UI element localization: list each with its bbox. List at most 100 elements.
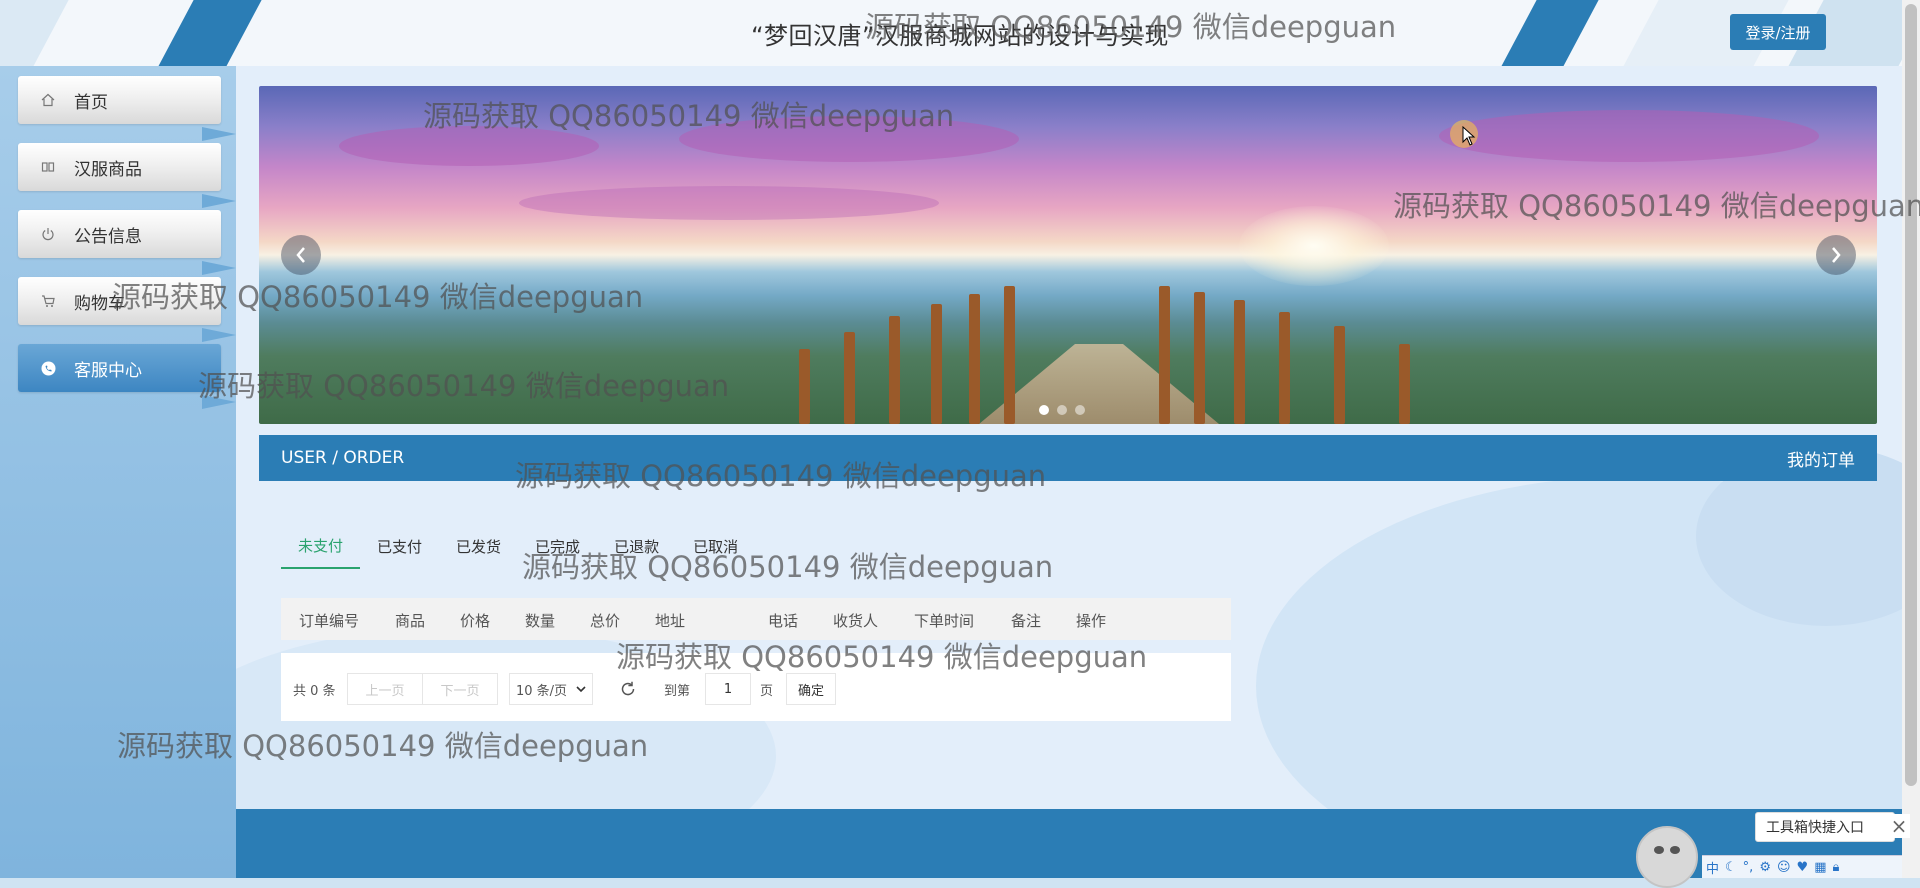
ime-mode-indicator[interactable]: 中 <box>1706 858 1719 877</box>
tab-refunded[interactable]: 已退款 <box>597 523 676 569</box>
banner-fence-post <box>1159 286 1170 424</box>
banner-fence-post <box>889 316 900 424</box>
moon-icon[interactable]: ☾ <box>1725 860 1737 875</box>
lock-icon[interactable]: 🔒︎ <box>1832 860 1839 875</box>
carousel-prev-button[interactable] <box>281 235 321 275</box>
settings-icon[interactable]: ⚙ <box>1759 860 1771 875</box>
sidebar-item-label: 购物车 <box>74 293 125 314</box>
order-status-tabs: 未支付 已支付 已发货 已完成 已退款 已取消 <box>281 523 755 569</box>
page-size-value: 10 条/页 <box>516 683 568 699</box>
carousel-next-button[interactable] <box>1816 235 1856 275</box>
sidebar-decor <box>202 328 236 342</box>
column-header: 商品 <box>395 612 426 630</box>
banner-fence-post <box>1334 326 1345 424</box>
cart-icon <box>40 293 56 309</box>
tab-unpaid[interactable]: 未支付 <box>281 523 361 569</box>
banner-fence-post <box>1234 300 1245 424</box>
login-register-button[interactable]: 登录/注册 <box>1730 14 1826 50</box>
toolbox-shortcut-label[interactable]: 工具箱快捷入口 <box>1755 812 1895 842</box>
total-count: 共 0 条 <box>293 683 336 699</box>
chevron-down-icon <box>576 685 586 692</box>
banner-cloud <box>1439 110 1819 162</box>
page-suffix-label: 页 <box>760 683 774 699</box>
banner-fence-post <box>799 349 810 424</box>
banner-path <box>979 344 1219 424</box>
banner-cloud <box>339 126 599 166</box>
sidebar-item-label: 客服中心 <box>74 360 142 381</box>
mascot-eye <box>1670 846 1680 854</box>
banner-fence-post <box>969 294 980 424</box>
goto-label: 到第 <box>664 683 691 699</box>
service-icon <box>40 360 56 376</box>
column-header: 备注 <box>1011 612 1042 630</box>
sidebar-item-hanfu-products[interactable]: 汉服商品 <box>18 143 221 191</box>
column-header: 总价 <box>590 612 621 630</box>
sidebar-item-customer-service[interactable]: 客服中心 <box>18 344 221 392</box>
page-number-input[interactable]: 1 <box>705 673 751 705</box>
sidebar-item-label: 汉服商品 <box>74 159 142 180</box>
goto-confirm-button[interactable]: 确定 <box>786 673 836 705</box>
banner-fence-post <box>931 304 942 424</box>
chevron-left-icon <box>296 247 305 263</box>
sidebar-item-label: 公告信息 <box>74 226 142 247</box>
mouse-pointer-icon <box>1462 126 1476 146</box>
chevron-right-icon <box>1832 247 1841 263</box>
mascot-eye <box>1654 846 1664 854</box>
home-icon <box>40 92 56 108</box>
column-header: 订单编号 <box>299 612 360 630</box>
scrollbar-thumb[interactable] <box>1905 4 1917 786</box>
sidebar-decor <box>202 395 236 409</box>
sidebar-item-cart[interactable]: 购物车 <box>18 277 221 325</box>
carousel-dot[interactable] <box>1075 405 1085 415</box>
carousel-dot[interactable] <box>1057 405 1067 415</box>
pagination: 共 0 条 上一页 下一页 10 条/页 到第 1 页 确定 <box>281 653 1231 721</box>
top-header: “梦回汉唐”汉服商城网站的设计与实现 登录/注册 <box>0 0 1920 67</box>
column-header: 收货人 <box>833 612 879 630</box>
column-header: 电话 <box>768 612 799 630</box>
banner-fence-post <box>1194 292 1205 424</box>
punctuation-icon[interactable]: °, <box>1743 860 1754 875</box>
main-content: USER / ORDER 我的订单 未支付 已支付 已发货 已完成 已退款 已取… <box>236 66 1902 809</box>
column-header: 下单时间 <box>914 612 975 630</box>
column-header: 地址 <box>655 612 686 630</box>
tab-paid[interactable]: 已支付 <box>360 523 439 569</box>
refresh-button[interactable] <box>616 673 640 705</box>
ime-mascot-icon[interactable] <box>1636 826 1698 888</box>
sidebar-decor <box>202 194 236 208</box>
banner-fence-post <box>1279 312 1290 424</box>
banner-carousel[interactable] <box>259 86 1877 424</box>
close-icon[interactable]: × <box>1888 814 1910 838</box>
prev-page-button[interactable]: 上一页 <box>347 673 423 705</box>
next-page-button[interactable]: 下一页 <box>422 673 498 705</box>
order-table-header: 订单编号 商品 价格 数量 总价 地址 电话 收货人 下单时间 备注 操作 <box>281 598 1231 640</box>
sidebar-item-announcements[interactable]: 公告信息 <box>18 210 221 258</box>
tab-cancelled[interactable]: 已取消 <box>676 523 755 569</box>
ime-toolbar[interactable]: 中 ☾ °, ⚙ ☺ ♥ ▦ 🔒︎ <box>1702 855 1902 878</box>
page-size-select[interactable]: 10 条/页 <box>509 673 593 705</box>
banner-cloud <box>519 186 939 220</box>
banner-fence-post <box>1399 344 1410 424</box>
carousel-indicators <box>1039 405 1085 415</box>
sidebar-item-label: 首页 <box>74 92 108 113</box>
tab-shipped[interactable]: 已发货 <box>439 523 518 569</box>
sidebar-decor <box>202 261 236 275</box>
section-header: USER / ORDER 我的订单 <box>259 435 1877 481</box>
sidebar-item-home[interactable]: 首页 <box>18 76 221 124</box>
grid-icon[interactable]: ▦ <box>1814 860 1826 875</box>
sidebar: 首页 汉服商品 公告信息 购物车 客服中心 <box>0 66 236 878</box>
carousel-dot[interactable] <box>1039 405 1049 415</box>
column-header: 价格 <box>460 612 491 630</box>
column-header: 操作 <box>1076 612 1107 630</box>
skin-icon[interactable]: ♥ <box>1797 860 1809 875</box>
refresh-icon <box>621 681 635 696</box>
banner-sun <box>1239 206 1389 286</box>
book-icon <box>40 159 56 175</box>
banner-fence-post <box>844 332 855 424</box>
sidebar-decor <box>202 127 236 141</box>
section-title-cn: 我的订单 <box>1787 450 1855 471</box>
section-title-en: USER / ORDER <box>281 448 405 468</box>
tab-completed[interactable]: 已完成 <box>518 523 597 569</box>
banner-fence-post <box>1004 286 1015 424</box>
column-header: 数量 <box>525 612 556 630</box>
emoji-icon[interactable]: ☺ <box>1777 860 1791 875</box>
